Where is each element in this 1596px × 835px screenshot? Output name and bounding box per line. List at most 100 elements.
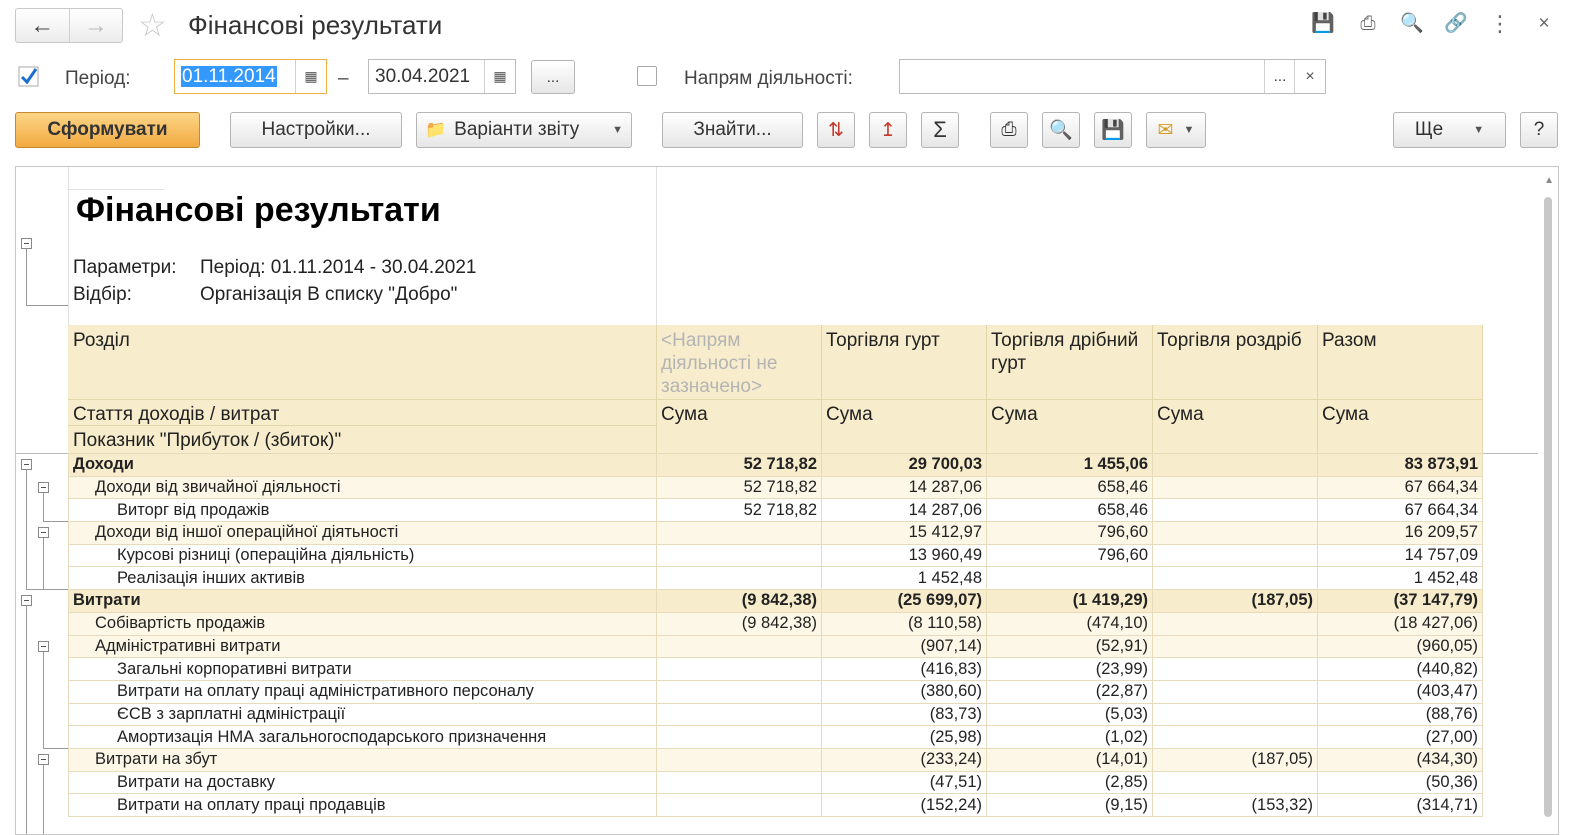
collapse-group-icon[interactable] xyxy=(21,595,32,607)
table-row[interactable]: Витрати на доставку (47,51) (2,85) (50,36) xyxy=(68,770,1483,795)
table-row[interactable]: Витрати на оплату праці продавців (152,24… xyxy=(68,793,1483,817)
activity-checkbox[interactable] xyxy=(637,66,657,86)
table-row[interactable]: Амортизація НМА загальногосподарського п… xyxy=(68,725,1483,749)
row-value: 13 960,49 xyxy=(821,543,987,568)
help-button[interactable]: ? xyxy=(1520,112,1558,148)
row-label: Курсові різниці (операційна діяльність) xyxy=(68,543,657,568)
find-button[interactable]: Знайти... xyxy=(662,112,803,148)
row-value: (25 699,07) xyxy=(821,589,987,613)
table-row[interactable]: Виторг від продажів 52 718,82 14 287,06 658… xyxy=(68,498,1483,523)
collapse-group-icon[interactable] xyxy=(38,481,49,493)
calendar-icon[interactable]: ▦ xyxy=(484,60,515,93)
sum-icon[interactable]: Σ xyxy=(921,112,959,148)
row-value: 67 664,34 xyxy=(1317,475,1483,500)
link-icon[interactable]: 🔗 xyxy=(1444,12,1468,36)
collapse-group-icon[interactable] xyxy=(21,459,32,470)
header-column-sub: Сума xyxy=(661,404,708,425)
header-section: Розділ xyxy=(73,330,130,351)
row-value xyxy=(1152,679,1318,704)
row-value: 52 718,82 xyxy=(656,475,822,500)
scroll-up-icon[interactable]: ▲ xyxy=(1544,175,1554,186)
expand-groups-icon[interactable]: ⇅ xyxy=(817,112,855,148)
row-value: 15 412,97 xyxy=(821,521,987,545)
row-value: (1 419,29) xyxy=(986,589,1153,613)
row-value: (27,00) xyxy=(1317,725,1483,749)
grid-line xyxy=(68,189,164,190)
row-value: (434,30) xyxy=(1317,747,1483,772)
back-arrow-icon[interactable]: ← xyxy=(16,9,69,42)
table-row[interactable]: Загальні корпоративні витрати (416,83) (23… xyxy=(68,657,1483,681)
row-value: 52 718,82 xyxy=(656,498,822,523)
row-value: 14 287,06 xyxy=(821,475,987,500)
row-value: (187,05) xyxy=(1152,747,1318,772)
row-label: Загальні корпоративні витрати xyxy=(68,657,657,681)
collapse-header-icon[interactable] xyxy=(21,238,32,249)
date-from-field[interactable]: 01.11.2014 ▦ xyxy=(174,59,327,94)
table-row[interactable]: Доходи від іншої операційної діятьності 1… xyxy=(68,521,1483,545)
table-row[interactable]: ЄСВ з зарплатні адміністрації (83,73) (5,0… xyxy=(68,702,1483,727)
row-value xyxy=(1152,657,1318,681)
date-to-value: 30.04.2021 xyxy=(375,66,471,87)
chevron-down-icon: ▼ xyxy=(1183,124,1195,136)
more-vertical-icon[interactable]: ⋮ xyxy=(1488,12,1512,36)
activity-clear-button[interactable]: × xyxy=(1294,60,1325,93)
row-value xyxy=(656,747,822,772)
tree-line xyxy=(26,249,27,305)
settings-button[interactable]: Настройки... xyxy=(230,112,402,148)
table-row[interactable]: Доходи 52 718,82 29 700,03 1 455,06 83 873,9… xyxy=(68,453,1483,477)
row-label: Виторг від продажів xyxy=(68,498,657,523)
period-select-button[interactable]: ... xyxy=(531,60,575,94)
table-row[interactable]: Реалізація інших активів 1 452,48 1 452,48 xyxy=(68,566,1483,591)
report-variants-button[interactable]: 📁 Варіанти звіту ▼ xyxy=(416,112,632,148)
row-value: 658,46 xyxy=(986,475,1153,500)
table-row[interactable]: Доходи від звичайної діяльності 52 718,82… xyxy=(68,475,1483,500)
table-row[interactable]: Курсові різниці (операційна діяльність) 1… xyxy=(68,543,1483,568)
favorite-star-icon[interactable]: ☆ xyxy=(138,8,167,42)
activity-select-button[interactable]: ... xyxy=(1264,60,1295,93)
report-variants-label: Варіанти звіту xyxy=(454,119,580,140)
date-to-field[interactable]: 30.04.2021 ▦ xyxy=(368,59,516,94)
row-value: (52,91) xyxy=(986,634,1153,659)
activity-field[interactable]: ... × xyxy=(899,59,1326,94)
period-checkbox[interactable] xyxy=(18,66,39,87)
collapse-group-icon[interactable] xyxy=(38,527,49,539)
row-value: (440,82) xyxy=(1317,657,1483,681)
header-column-name: Торгівля гурт xyxy=(826,330,940,351)
preview-icon[interactable]: 🔍 xyxy=(1400,12,1424,36)
report-area: Фінансові результати Параметри: Період: … xyxy=(15,166,1559,835)
table-row[interactable]: Адміністративні витрати (907,14) (52,91) (9… xyxy=(68,634,1483,659)
collapse-group-icon[interactable] xyxy=(38,754,49,766)
header-indicator: Показник "Прибуток / (збиток)" xyxy=(73,430,342,451)
table-row[interactable]: Витрати на оплату праці адміністративног… xyxy=(68,679,1483,704)
row-value: (403,47) xyxy=(1317,679,1483,704)
table-row[interactable]: Собівартість продажів (9 842,38) (8 110,58… xyxy=(68,611,1483,636)
grid-line xyxy=(1152,325,1153,453)
header-column-sub: Сума xyxy=(826,404,873,425)
collapse-group-icon[interactable] xyxy=(38,640,49,652)
close-icon[interactable]: × xyxy=(1532,12,1556,36)
generate-button[interactable]: Сформувати xyxy=(15,112,200,148)
header-article: Стаття доходів / витрат xyxy=(73,404,280,425)
calendar-icon[interactable]: ▦ xyxy=(295,60,326,93)
row-value: (9,15) xyxy=(986,793,1153,817)
row-value xyxy=(1152,543,1318,568)
save-icon[interactable]: 💾 xyxy=(1311,12,1335,36)
table-row[interactable]: Витрати (9 842,38) (25 699,07) (1 419,29) (1… xyxy=(68,589,1483,613)
print-icon[interactable]: ⎙ xyxy=(990,112,1028,148)
more-button[interactable]: Ще ▼ xyxy=(1393,112,1506,148)
row-value xyxy=(656,770,822,795)
row-value xyxy=(656,634,822,659)
vertical-scrollbar[interactable] xyxy=(1544,197,1552,817)
send-email-button[interactable]: ✉ ▼ xyxy=(1146,112,1206,148)
row-value: (37 147,79) xyxy=(1317,589,1483,613)
filter-value: Організація В списку "Добро" xyxy=(200,284,458,305)
row-value: 67 664,34 xyxy=(1317,498,1483,523)
table-row[interactable]: Витрати на збут (233,24) (14,01) (187,05) (4… xyxy=(68,747,1483,772)
forward-arrow-icon[interactable]: → xyxy=(68,9,123,42)
row-label: Витрати на оплату праці адміністративног… xyxy=(68,679,657,704)
collapse-groups-icon[interactable]: ↥ xyxy=(869,112,907,148)
print-icon[interactable]: ⎙ xyxy=(1356,12,1380,36)
row-label: Витрати xyxy=(68,589,657,613)
print-preview-icon[interactable]: 🔍 xyxy=(1042,112,1080,148)
save-icon[interactable]: 💾 xyxy=(1094,112,1132,148)
